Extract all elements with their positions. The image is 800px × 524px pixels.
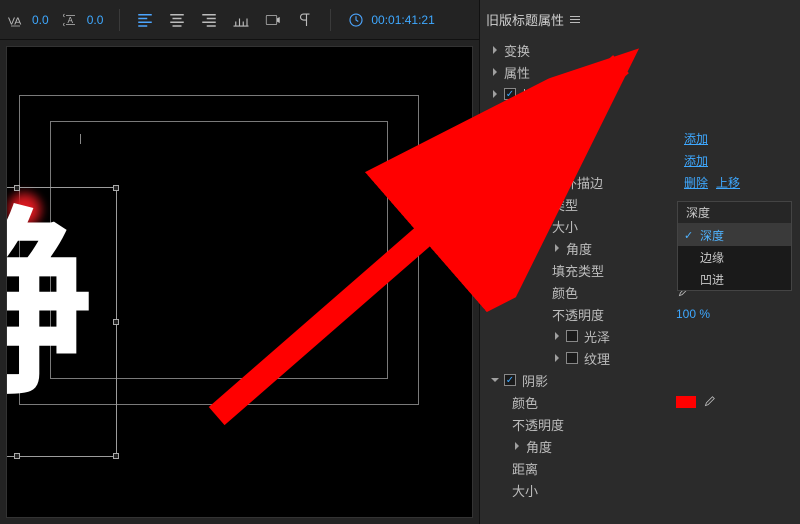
chevron-right-icon[interactable] <box>512 442 522 450</box>
shadow-color-swatch[interactable] <box>676 396 696 408</box>
section-inner-stroke[interactable]: 内描边 添加 <box>486 127 796 149</box>
move-up-stroke-link[interactable]: 上移 <box>716 174 740 191</box>
chevron-right-icon[interactable] <box>490 46 500 54</box>
chevron-down-icon[interactable] <box>532 178 542 186</box>
shadow-checkbox[interactable]: ✓ <box>504 374 516 386</box>
title-toolbar: VA 0.0 A 0.0 00:01:41:21 <box>0 0 479 40</box>
chevron-right-icon[interactable] <box>552 332 562 340</box>
stroke-type-dropdown[interactable]: 深度 ✓深度 边缘 凹进 <box>677 201 792 291</box>
section-transform[interactable]: 变换 <box>486 39 796 61</box>
chevron-right-icon[interactable] <box>552 354 562 362</box>
show-video-icon[interactable] <box>264 11 282 29</box>
timecode-display[interactable]: 00:01:41:21 <box>347 11 434 29</box>
texture-checkbox[interactable] <box>566 352 578 364</box>
align-right-icon[interactable] <box>200 11 218 29</box>
stroke-sheen-row[interactable]: 光泽 <box>486 325 796 347</box>
shadow-size-row: 大小 <box>486 479 796 501</box>
editor-left-pane: VA 0.0 A 0.0 00:01:41:21 <box>0 0 480 524</box>
tab-stops-icon[interactable] <box>232 11 250 29</box>
stroke-opacity-row: 不透明度 100 % <box>486 303 796 325</box>
eyedropper-icon[interactable] <box>702 395 716 409</box>
section-shadow[interactable]: ✓ 阴影 <box>486 369 796 391</box>
kerning-tool[interactable]: VA 0.0 <box>8 11 49 29</box>
section-outer-stroke[interactable]: 外描边 添加 <box>486 149 796 171</box>
add-inner-stroke-link[interactable]: 添加 <box>684 130 708 147</box>
chevron-right-icon[interactable] <box>490 90 500 98</box>
sheen-checkbox[interactable] <box>566 330 578 342</box>
timecode-value[interactable]: 00:01:41:21 <box>371 13 434 27</box>
section-stroke[interactable]: 描边 <box>486 105 796 127</box>
shadow-distance-row: 距离 <box>486 457 796 479</box>
add-outer-stroke-link[interactable]: 添加 <box>684 152 708 169</box>
section-attributes[interactable]: 属性 <box>486 61 796 83</box>
opacity-value[interactable]: 100 % <box>676 307 710 321</box>
dropdown-item-depth[interactable]: ✓深度 <box>678 224 791 246</box>
dropdown-item-edge[interactable]: 边缘 <box>678 246 791 268</box>
shadow-angle-row[interactable]: 角度 <box>486 435 796 457</box>
shadow-color-row: 颜色 <box>486 391 796 413</box>
chevron-right-icon[interactable] <box>490 68 500 76</box>
kerning-value[interactable]: 0.0 <box>32 13 49 27</box>
selection-box[interactable] <box>6 187 117 457</box>
section-fill[interactable]: ✓ 填充 <box>486 83 796 105</box>
pilcrow-icon[interactable] <box>296 11 314 29</box>
leading-value[interactable]: 0.0 <box>87 13 104 27</box>
title-canvas[interactable]: 静 <box>6 46 473 518</box>
panel-menu-icon[interactable] <box>570 16 580 23</box>
align-center-icon[interactable] <box>168 11 186 29</box>
fill-checkbox[interactable]: ✓ <box>504 88 516 100</box>
delete-stroke-link[interactable]: 删除 <box>684 174 708 191</box>
leading-tool[interactable]: A 0.0 <box>63 11 104 29</box>
shadow-opacity-row: 不透明度 <box>486 413 796 435</box>
outer-stroke-item[interactable]: ✓ 外描边 删除 上移 <box>486 171 796 193</box>
dropdown-current[interactable]: 深度 <box>678 202 791 224</box>
clock-icon <box>347 11 365 29</box>
svg-text:A: A <box>67 16 73 25</box>
chevron-down-icon[interactable] <box>490 376 500 384</box>
stroke-texture-row[interactable]: 纹理 <box>486 347 796 369</box>
panel-title-text: 旧版标题属性 <box>486 10 564 29</box>
chevron-right-icon[interactable] <box>552 244 562 252</box>
chevron-down-icon[interactable] <box>512 156 522 164</box>
panel-title: 旧版标题属性 <box>486 10 796 39</box>
chevron-down-icon[interactable] <box>490 112 500 120</box>
outer-stroke-checkbox[interactable]: ✓ <box>546 176 558 188</box>
dropdown-item-inset[interactable]: 凹进 <box>678 268 791 290</box>
chevron-down-icon[interactable] <box>512 134 522 142</box>
align-left-icon[interactable] <box>136 11 154 29</box>
